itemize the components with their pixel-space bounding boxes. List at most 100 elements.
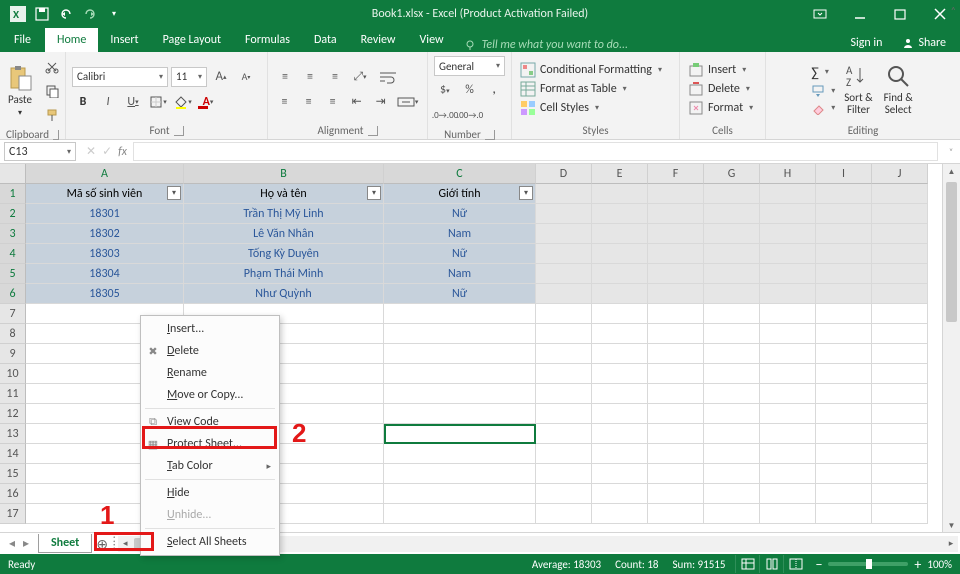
tab-home[interactable]: Home bbox=[45, 28, 98, 52]
filter-button-A[interactable]: ▾ bbox=[167, 186, 181, 200]
increase-decimal-button[interactable]: .0→.00 bbox=[434, 104, 456, 126]
ctx-item-hide[interactable]: Hide bbox=[141, 482, 279, 504]
zoom-level[interactable]: 100% bbox=[927, 558, 952, 571]
cell-C9[interactable] bbox=[384, 344, 536, 364]
cell-D12[interactable] bbox=[536, 404, 592, 424]
cell-D16[interactable] bbox=[536, 484, 592, 504]
cell-J11[interactable] bbox=[872, 384, 928, 404]
cell-styles-button[interactable]: Cell Styles▾ bbox=[518, 99, 673, 117]
column-header-A[interactable]: A bbox=[26, 164, 184, 184]
row-header-10[interactable]: 10 bbox=[0, 364, 26, 384]
cell-A4[interactable]: 18303 bbox=[26, 244, 184, 264]
italic-button[interactable]: I bbox=[97, 91, 119, 113]
cell-D2[interactable] bbox=[536, 204, 592, 224]
cell-D15[interactable] bbox=[536, 464, 592, 484]
cell-J13[interactable] bbox=[872, 424, 928, 444]
number-dialog-launcher[interactable] bbox=[485, 130, 495, 140]
cell-J10[interactable] bbox=[872, 364, 928, 384]
ctx-item-tab-color[interactable]: Tab Color▸ bbox=[141, 455, 279, 477]
cell-G13[interactable] bbox=[704, 424, 760, 444]
cell-E1[interactable] bbox=[592, 184, 648, 204]
tell-me-search[interactable]: Tell me what you want to do... bbox=[464, 38, 628, 52]
column-header-B[interactable]: B bbox=[184, 164, 384, 184]
cell-G10[interactable] bbox=[704, 364, 760, 384]
cell-H13[interactable] bbox=[760, 424, 816, 444]
cell-C15[interactable] bbox=[384, 464, 536, 484]
vertical-scrollbar[interactable]: ▲ ▼ bbox=[942, 164, 960, 534]
decrease-font-button[interactable]: A▾ bbox=[235, 66, 257, 88]
cell-D1[interactable] bbox=[536, 184, 592, 204]
row-header-13[interactable]: 13 bbox=[0, 424, 26, 444]
cell-G15[interactable] bbox=[704, 464, 760, 484]
cell-J8[interactable] bbox=[872, 324, 928, 344]
column-header-C[interactable]: C bbox=[384, 164, 536, 184]
add-sheet-button[interactable]: ⊕ bbox=[92, 536, 112, 553]
cell-C1[interactable]: Giới tính▾ bbox=[384, 184, 536, 204]
cell-E15[interactable] bbox=[592, 464, 648, 484]
autosum-button[interactable]: ∑▾ bbox=[809, 63, 837, 82]
cell-F12[interactable] bbox=[648, 404, 704, 424]
tab-view[interactable]: View bbox=[408, 28, 456, 52]
formula-input[interactable] bbox=[133, 142, 938, 161]
cell-I11[interactable] bbox=[816, 384, 872, 404]
cell-I4[interactable] bbox=[816, 244, 872, 264]
cell-A5[interactable]: 18304 bbox=[26, 264, 184, 284]
cell-C14[interactable] bbox=[384, 444, 536, 464]
percent-format-button[interactable]: % bbox=[459, 79, 481, 101]
cell-C2[interactable]: Nữ bbox=[384, 204, 536, 224]
cell-E16[interactable] bbox=[592, 484, 648, 504]
tab-review[interactable]: Review bbox=[349, 28, 408, 52]
row-header-4[interactable]: 4 bbox=[0, 244, 26, 264]
save-button[interactable] bbox=[32, 4, 52, 24]
cell-F4[interactable] bbox=[648, 244, 704, 264]
cell-G6[interactable] bbox=[704, 284, 760, 304]
fx-button[interactable]: fx bbox=[118, 145, 127, 159]
cell-E5[interactable] bbox=[592, 264, 648, 284]
cell-J12[interactable] bbox=[872, 404, 928, 424]
cell-C17[interactable] bbox=[384, 504, 536, 524]
row-header-2[interactable]: 2 bbox=[0, 204, 26, 224]
cell-E6[interactable] bbox=[592, 284, 648, 304]
sheet-tab-sheet1[interactable]: Sheet bbox=[38, 534, 92, 553]
row-header-11[interactable]: 11 bbox=[0, 384, 26, 404]
cell-I15[interactable] bbox=[816, 464, 872, 484]
cell-G3[interactable] bbox=[704, 224, 760, 244]
vertical-scroll-thumb[interactable] bbox=[946, 182, 957, 322]
qat-customize-button[interactable]: ▾ bbox=[104, 4, 124, 24]
view-page-layout-button[interactable] bbox=[759, 555, 783, 573]
redo-button[interactable] bbox=[80, 4, 100, 24]
column-header-H[interactable]: H bbox=[760, 164, 816, 184]
ctx-item-insert[interactable]: Insert... bbox=[141, 318, 279, 340]
column-header-I[interactable]: I bbox=[816, 164, 872, 184]
sheet-nav-first[interactable]: ◂ bbox=[6, 536, 18, 551]
cell-H1[interactable] bbox=[760, 184, 816, 204]
cell-J3[interactable] bbox=[872, 224, 928, 244]
clipboard-dialog-launcher[interactable] bbox=[53, 130, 59, 140]
cell-D3[interactable] bbox=[536, 224, 592, 244]
cell-D5[interactable] bbox=[536, 264, 592, 284]
cell-E10[interactable] bbox=[592, 364, 648, 384]
cell-F14[interactable] bbox=[648, 444, 704, 464]
conditional-formatting-button[interactable]: Conditional Formatting▾ bbox=[518, 61, 673, 79]
cell-E14[interactable] bbox=[592, 444, 648, 464]
column-header-G[interactable]: G bbox=[704, 164, 760, 184]
cell-I16[interactable] bbox=[816, 484, 872, 504]
cell-G7[interactable] bbox=[704, 304, 760, 324]
scroll-left-button[interactable]: ◂ bbox=[118, 538, 132, 549]
format-as-table-button[interactable]: Format as Table▾ bbox=[518, 80, 673, 98]
cell-H3[interactable] bbox=[760, 224, 816, 244]
number-format-combo[interactable]: General▾ bbox=[434, 56, 505, 76]
sign-in-button[interactable]: Sign in bbox=[842, 34, 890, 52]
cell-E17[interactable] bbox=[592, 504, 648, 524]
cell-E3[interactable] bbox=[592, 224, 648, 244]
cell-C5[interactable]: Nam bbox=[384, 264, 536, 284]
cell-F6[interactable] bbox=[648, 284, 704, 304]
format-cells-button[interactable]: Format▾ bbox=[686, 99, 759, 117]
cell-J6[interactable] bbox=[872, 284, 928, 304]
row-header-8[interactable]: 8 bbox=[0, 324, 26, 344]
cell-I6[interactable] bbox=[816, 284, 872, 304]
copy-button[interactable] bbox=[41, 80, 63, 102]
cell-F13[interactable] bbox=[648, 424, 704, 444]
cell-A3[interactable]: 18302 bbox=[26, 224, 184, 244]
zoom-in-button[interactable]: + bbox=[914, 556, 921, 573]
